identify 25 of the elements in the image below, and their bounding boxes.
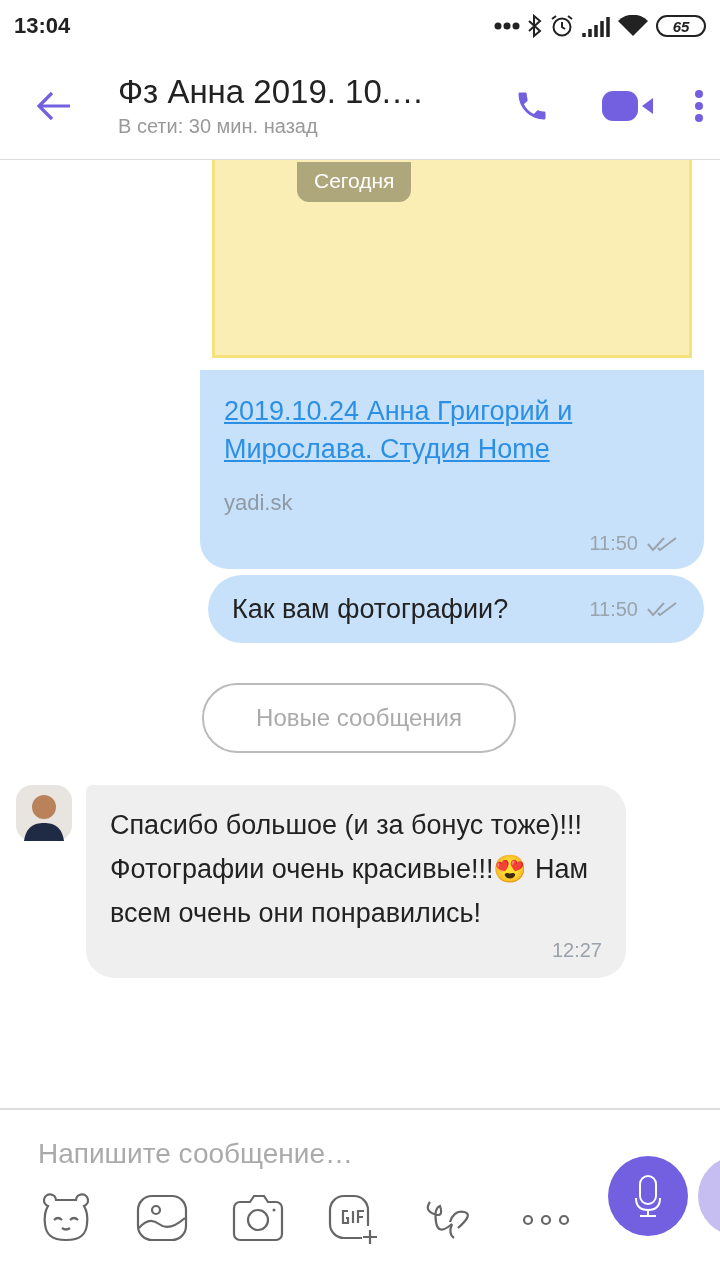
- more-dots-icon: [494, 22, 520, 30]
- wifi-icon: [618, 15, 648, 37]
- battery-level: 65: [656, 15, 706, 37]
- status-time: 13:04: [14, 13, 71, 39]
- message-time: 11:50: [589, 597, 638, 621]
- camera-icon[interactable]: [230, 1192, 286, 1244]
- message-text: Спасибо большое (и за бонус тоже)!!! Фотографии очень красивые!!!😍 Нам всем очень они понравились!: [110, 809, 590, 930]
- online-status: В сети: 30 мин. назад: [118, 115, 319, 138]
- microphone-icon: [634, 1174, 662, 1218]
- chat-title: Фз Анна 2019. 10.…: [118, 73, 425, 111]
- signal-icon: [582, 15, 610, 37]
- message-time: 12:27: [551, 939, 602, 962]
- more-menu-icon[interactable]: [694, 88, 704, 123]
- gallery-icon[interactable]: [134, 1192, 190, 1244]
- message-time: 11:50: [589, 532, 638, 555]
- new-messages-divider: Новые сообщения: [202, 683, 516, 753]
- link-domain: yadi.sk: [224, 490, 294, 516]
- bluetooth-icon: [528, 14, 542, 38]
- back-arrow-icon[interactable]: [36, 90, 72, 121]
- avatar: [16, 785, 72, 841]
- message-text: Как вам фотографии?: [232, 593, 510, 625]
- link[interactable]: 2019.10.24 Анна Григорий и Мирослава. Студия Home: [224, 392, 680, 468]
- video-camera-icon[interactable]: [602, 88, 654, 123]
- date-label: Сегодня: [297, 162, 412, 202]
- alarm-icon: [550, 14, 574, 38]
